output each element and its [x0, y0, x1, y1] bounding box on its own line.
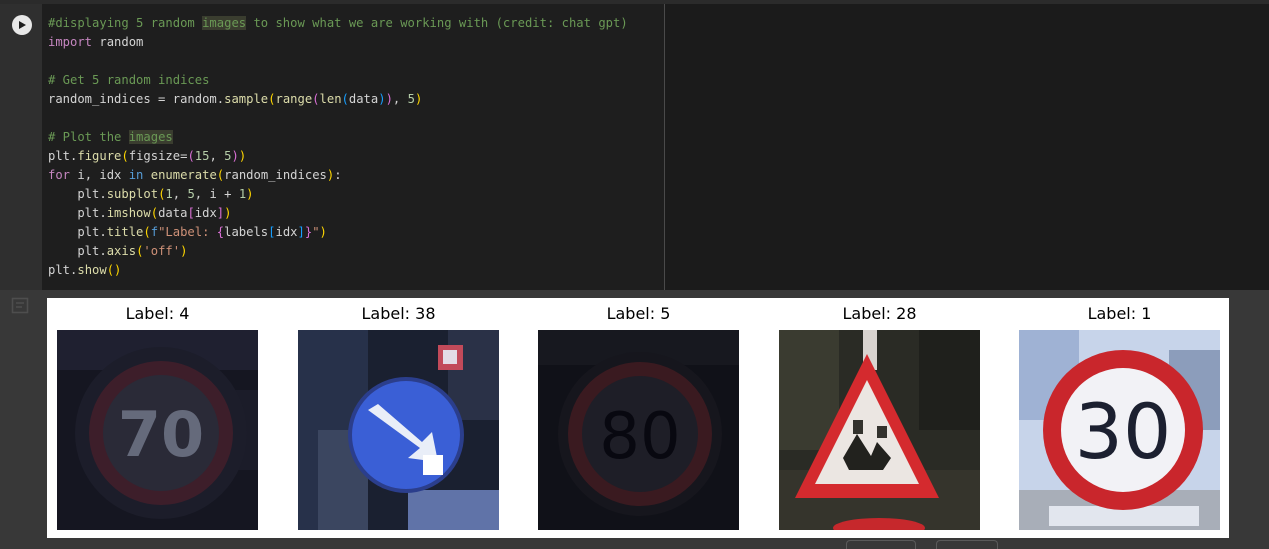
code-editor[interactable]: #displaying 5 random images to show what…	[42, 4, 665, 290]
output-panel: Label: 4 70	[57, 298, 258, 538]
panel-title: Label: 1	[1087, 304, 1152, 323]
cell-right-pane	[665, 4, 1269, 290]
cell-output: Label: 4 70 Label: 38 Label: 5 80 Label:…	[47, 298, 1229, 538]
code-line-14: plt.show()	[48, 263, 122, 277]
code-line-1: #displaying 5 random images to show what…	[48, 16, 628, 30]
output-panel: Label: 5 80	[538, 298, 739, 538]
sign-image-speed-limit-70: 70	[57, 330, 258, 530]
output-panel: Label: 1 30	[1019, 298, 1220, 538]
sign-image-speed-limit-80: 80	[538, 330, 739, 530]
code-line-10: plt.subplot(1, 5, i + 1)	[48, 187, 254, 201]
code-cell[interactable]: #displaying 5 random images to show what…	[0, 4, 1269, 290]
panel-title: Label: 38	[361, 304, 436, 323]
play-icon[interactable]	[12, 15, 32, 35]
cell-gutter	[0, 4, 42, 290]
sign-number: 80	[599, 400, 680, 474]
output-toggle-icon[interactable]	[11, 297, 31, 315]
sign-image-children-crossing	[779, 330, 980, 530]
output-panel: Label: 38	[298, 298, 499, 538]
sign-number: 70	[118, 398, 204, 471]
output-panel: Label: 28	[779, 298, 980, 538]
code-line-2: import random	[48, 35, 144, 49]
panel-title: Label: 4	[125, 304, 190, 323]
code-line-11: plt.imshow(data[idx])	[48, 206, 232, 220]
code-line-8: plt.figure(figsize=(15, 5))	[48, 149, 247, 163]
sign-image-keep-right	[298, 330, 499, 530]
code-line-7: # Plot the images	[48, 130, 173, 144]
panel-title: Label: 5	[606, 304, 671, 323]
code-line-4: # Get 5 random indices	[48, 73, 210, 87]
sign-number: 30	[1075, 387, 1172, 476]
code-line-13: plt.axis('off')	[48, 244, 188, 258]
code-line-5: random_indices = random.sample(range(len…	[48, 92, 423, 106]
code-text[interactable]: #displaying 5 random images to show what…	[48, 14, 628, 280]
sign-image-speed-limit-30: 30	[1019, 330, 1220, 530]
code-line-12: plt.title(f"Label: {labels[idx]}")	[48, 225, 327, 239]
output-gutter	[0, 290, 42, 545]
panel-title: Label: 28	[842, 304, 917, 323]
code-line-9: for i, idx in enumerate(random_indices):	[48, 168, 342, 182]
